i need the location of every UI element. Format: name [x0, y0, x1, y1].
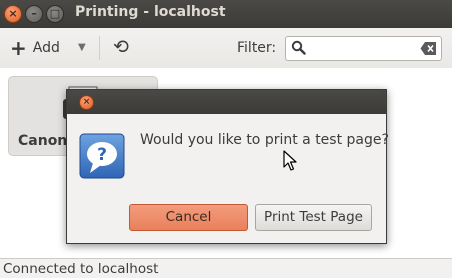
window-maximize-button[interactable]: □: [46, 5, 64, 23]
filter-input[interactable]: [285, 36, 442, 61]
dialog-close-button[interactable]: ×: [79, 95, 94, 110]
close-icon: ×: [82, 97, 91, 107]
mouse-cursor-icon: [283, 150, 297, 171]
cancel-button[interactable]: Cancel: [129, 204, 248, 231]
dialog-message: Would you like to print a test page?: [140, 132, 389, 148]
status-text: Connected to localhost: [3, 261, 159, 277]
statusbar: Connected to localhost: [0, 258, 452, 278]
window-close-button[interactable]: ×: [4, 5, 22, 23]
dialog-titlebar: ×: [67, 90, 386, 114]
print-test-page-button[interactable]: Print Test Page: [255, 204, 372, 231]
window-titlebar: × – □ Printing - localhost: [0, 0, 452, 28]
search-icon: [291, 40, 306, 55]
window-title: Printing - localhost: [75, 4, 226, 20]
maximize-icon: □: [49, 7, 61, 20]
clear-icon[interactable]: [420, 41, 437, 56]
close-icon: ×: [8, 7, 18, 20]
toolbar-separator: [99, 36, 100, 60]
minimize-icon: –: [31, 7, 37, 20]
window-minimize-button[interactable]: –: [25, 5, 43, 23]
refresh-icon[interactable]: ⟲: [113, 36, 129, 58]
test-page-dialog: × ? Would you like to print a test page?…: [66, 89, 389, 244]
chevron-down-icon[interactable]: ▼: [78, 42, 86, 53]
toolbar: + Add ▼ ⟲ Filter:: [0, 28, 452, 68]
question-icon: ?: [79, 133, 125, 179]
add-button[interactable]: + Add: [10, 37, 60, 59]
plus-icon: +: [10, 36, 27, 60]
svg-text:?: ?: [97, 145, 107, 165]
filter-label: Filter:: [237, 40, 277, 56]
add-button-label: Add: [32, 40, 60, 56]
